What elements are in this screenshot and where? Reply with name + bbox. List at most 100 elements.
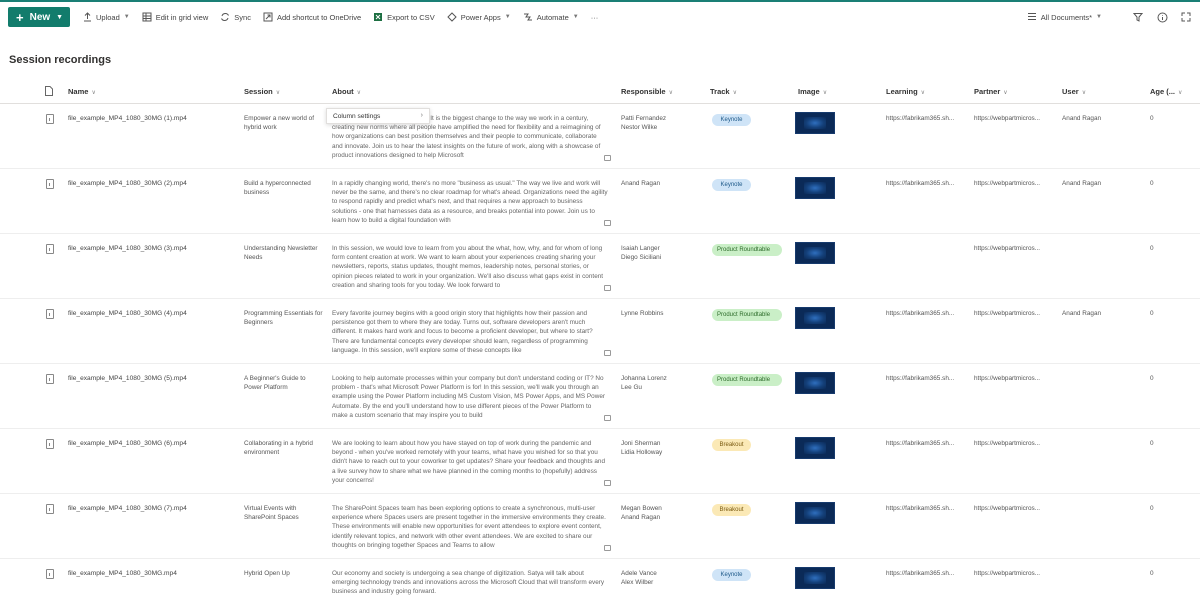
view-selector[interactable]: All Documents* ▼ [1027, 12, 1102, 23]
table-row[interactable]: file_example_MP4_1080_30MG (6).mp4 Collab… [0, 429, 1200, 494]
view-selector-label: All Documents* [1040, 12, 1093, 22]
command-bar: + New ▼ Upload ▼ Edit in grid view Sync … [0, 4, 1200, 30]
column-header-user-label: User [1062, 87, 1079, 96]
track-badge: Breakout [712, 439, 751, 451]
thumbnail-glow [804, 117, 826, 129]
column-header-learning[interactable]: Learning ∨ [886, 87, 925, 96]
row-image-thumbnail[interactable] [795, 112, 835, 134]
row-learning-link[interactable]: https://fabrikam365.sh... [886, 114, 954, 123]
row-name[interactable]: file_example_MP4_1080_30MG (4).mp4 [68, 309, 187, 318]
row-learning-link[interactable]: https://fabrikam365.sh... [886, 374, 954, 383]
row-name[interactable]: file_example_MP4_1080_30MG (2).mp4 [68, 179, 187, 188]
comment-icon[interactable] [604, 545, 611, 551]
column-header-responsible[interactable]: Responsible ∨ [621, 87, 673, 96]
column-header-name[interactable]: Name ∨ [68, 87, 96, 96]
column-header-about[interactable]: About ∨ [332, 87, 361, 96]
row-about: In this session, we would love to learn … [332, 245, 604, 289]
row-partner-link[interactable]: https://webpartmicros... [974, 244, 1040, 253]
row-name[interactable]: file_example_MP4_1080_30MG (1).mp4 [68, 114, 187, 123]
row-session: Collaborating in a hybrid environment [244, 440, 313, 457]
column-header-about-label: About [332, 87, 354, 96]
column-settings-menu[interactable]: Column settings › [326, 108, 430, 124]
column-header-image[interactable]: Image ∨ [798, 87, 827, 96]
edit-grid-button[interactable]: Edit in grid view [142, 12, 208, 22]
row-age: 0 [1150, 440, 1154, 447]
add-shortcut-button[interactable]: Add shortcut to OneDrive [263, 12, 361, 22]
row-image-thumbnail[interactable] [795, 242, 835, 264]
row-name[interactable]: file_example_MP4_1080_30MG (6).mp4 [68, 439, 187, 448]
plus-icon: + [16, 9, 24, 25]
column-header-user[interactable]: User ∨ [1062, 87, 1086, 96]
row-partner-link[interactable]: https://webpartmicros... [974, 569, 1040, 578]
rows-container: file_example_MP4_1080_30MG (1).mp4 Empowe… [0, 104, 1200, 603]
row-session: Empower a new world of hybrid work [244, 115, 314, 132]
power-apps-button[interactable]: Power Apps ▼ [446, 12, 511, 22]
row-partner-link[interactable]: https://webpartmicros... [974, 309, 1040, 318]
comment-icon[interactable] [604, 285, 611, 291]
row-learning-link[interactable]: https://fabrikam365.sh... [886, 569, 954, 578]
export-csv-button[interactable]: Export to CSV [373, 12, 435, 22]
row-session: Hybrid Open Up [244, 570, 290, 577]
automate-label: Automate [536, 12, 569, 22]
column-header-session[interactable]: Session ∨ [244, 87, 280, 96]
row-partner-link[interactable]: https://webpartmicros... [974, 114, 1040, 123]
row-name[interactable]: file_example_MP4_1080_30MG.mp4 [68, 569, 177, 578]
table-row[interactable]: file_example_MP4_1080_30MG (3).mp4 Unders… [0, 234, 1200, 299]
row-partner-link[interactable]: https://webpartmicros... [974, 179, 1040, 188]
table-row[interactable]: file_example_MP4_1080_30MG (1).mp4 Empowe… [0, 104, 1200, 169]
chevron-down-icon: ▼ [56, 13, 64, 21]
row-responsible: Joni Sherman Lidia Holloway [621, 440, 663, 457]
upload-button[interactable]: Upload ▼ [82, 12, 130, 22]
row-partner-link[interactable]: https://webpartmicros... [974, 439, 1040, 448]
row-image-thumbnail[interactable] [795, 372, 835, 394]
comment-icon[interactable] [604, 220, 611, 226]
info-icon[interactable] [1156, 11, 1168, 23]
row-learning-link[interactable]: https://fabrikam365.sh... [886, 439, 954, 448]
row-name[interactable]: file_example_MP4_1080_30MG (7).mp4 [68, 504, 187, 513]
new-button[interactable]: + New ▼ [8, 7, 70, 27]
table-row[interactable]: file_example_MP4_1080_30MG (5).mp4 A Begi… [0, 364, 1200, 429]
row-image-thumbnail[interactable] [795, 177, 835, 199]
shortcut-icon [263, 12, 273, 22]
row-learning-link[interactable]: https://fabrikam365.sh... [886, 309, 954, 318]
top-accent-line [0, 0, 1200, 2]
more-button[interactable]: ··· [591, 13, 599, 22]
row-partner-link[interactable]: https://webpartmicros... [974, 504, 1040, 513]
automate-button[interactable]: Automate ▼ [523, 12, 579, 22]
table-row[interactable]: file_example_MP4_1080_30MG.mp4 Hybrid Ope… [0, 559, 1200, 603]
comment-icon[interactable] [604, 155, 611, 161]
file-type-header-icon[interactable] [45, 86, 53, 98]
row-learning-link[interactable]: https://fabrikam365.sh... [886, 179, 954, 188]
chevron-down-icon: ∨ [668, 90, 673, 96]
row-responsible: Megan Bowen Anand Ragan [621, 505, 662, 522]
table-row[interactable]: file_example_MP4_1080_30MG (2).mp4 Build … [0, 169, 1200, 234]
row-image-thumbnail[interactable] [795, 502, 835, 524]
file-icon [46, 439, 54, 449]
filter-icon[interactable] [1132, 11, 1144, 23]
chevron-down-icon: ∨ [822, 90, 828, 96]
row-name[interactable]: file_example_MP4_1080_30MG (3).mp4 [68, 244, 187, 253]
thumbnail-glow [804, 442, 826, 454]
column-header-partner[interactable]: Partner ∨ [974, 87, 1008, 96]
row-learning-link[interactable]: https://fabrikam365.sh... [886, 504, 954, 513]
row-image-thumbnail[interactable] [795, 437, 835, 459]
thumbnail-glow [804, 182, 826, 194]
power-apps-icon [446, 12, 457, 22]
comment-icon[interactable] [604, 350, 611, 356]
add-shortcut-label: Add shortcut to OneDrive [276, 12, 362, 22]
column-header-age[interactable]: Age (... ∨ [1150, 87, 1182, 96]
row-image-thumbnail[interactable] [795, 307, 835, 329]
expand-icon[interactable] [1180, 11, 1192, 23]
table-row[interactable]: file_example_MP4_1080_30MG (4).mp4 Progra… [0, 299, 1200, 364]
row-user: Anand Ragan [1062, 115, 1102, 122]
row-name[interactable]: file_example_MP4_1080_30MG (5).mp4 [68, 374, 187, 383]
comment-icon[interactable] [604, 415, 611, 421]
row-image-thumbnail[interactable] [795, 567, 835, 589]
row-about: Our economy and society is undergoing a … [332, 570, 605, 596]
table-row[interactable]: file_example_MP4_1080_30MG (7).mp4 Virtua… [0, 494, 1200, 559]
column-header-track[interactable]: Track ∨ [710, 87, 737, 96]
comment-icon[interactable] [604, 480, 611, 486]
chevron-down-icon: ∨ [1178, 90, 1183, 96]
sync-button[interactable]: Sync [220, 12, 251, 22]
row-partner-link[interactable]: https://webpartmicros... [974, 374, 1040, 383]
